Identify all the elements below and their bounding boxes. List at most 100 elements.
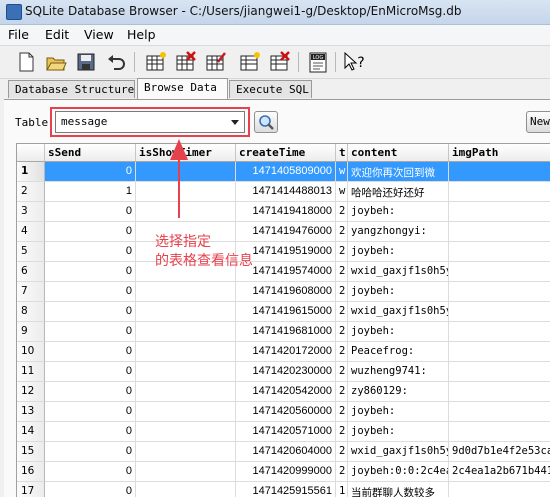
column-header[interactable]: content [348,144,449,162]
cell-content[interactable]: joybeh: [348,322,449,342]
table-row[interactable]: 4 0 1471419476000 2 yangzhongyi: [17,222,550,242]
cell-issend[interactable]: 0 [45,382,136,402]
cell-type[interactable]: 2 [336,262,348,282]
cell-type[interactable]: 2 [336,402,348,422]
cell-content[interactable]: zy860129: [348,382,449,402]
cell-issend[interactable]: 1 [45,182,136,202]
cell-issend[interactable]: 0 [45,402,136,422]
table-row[interactable]: 10 0 1471420172000 2 Peacefrog: [17,342,550,362]
cell-issend[interactable]: 0 [45,242,136,262]
row-number[interactable]: 2 [17,182,45,202]
cell-type[interactable]: 2 [336,462,348,482]
row-number[interactable]: 6 [17,262,45,282]
row-number[interactable]: 14 [17,422,45,442]
column-header[interactable]: t [336,144,348,162]
table-row[interactable]: 3 0 1471419418000 2 joybeh: [17,202,550,222]
menu-edit[interactable]: Edit [45,27,69,42]
menu-view[interactable]: View [84,27,114,42]
cell-issend[interactable]: 0 [45,162,136,182]
menu-file[interactable]: File [8,27,29,42]
cell-content[interactable]: Peacefrog: [348,342,449,362]
cell-isshowtimer[interactable] [136,422,236,442]
cell-content[interactable]: 当前群聊人数较多 [348,482,449,497]
cell-isshowtimer[interactable] [136,482,236,497]
cell-isshowtimer[interactable] [136,462,236,482]
cell-type[interactable]: w [336,182,348,202]
cell-createtime[interactable]: 1471420604000 [236,442,336,462]
cell-createtime[interactable]: 1471420560000 [236,402,336,422]
cell-content[interactable]: joybeh: [348,282,449,302]
cell-createtime[interactable]: 1471420230000 [236,362,336,382]
cell-content[interactable]: joybeh: [348,242,449,262]
cell-content[interactable]: joybeh: [348,422,449,442]
cell-imgpath[interactable] [449,182,550,202]
row-number[interactable]: 10 [17,342,45,362]
cell-imgpath[interactable] [449,282,550,302]
cell-createtime[interactable]: 1471420542000 [236,382,336,402]
row-number[interactable]: 9 [17,322,45,342]
log-icon[interactable]: LOG [306,50,330,74]
row-number[interactable]: 5 [17,242,45,262]
cell-imgpath[interactable] [449,482,550,497]
cell-type[interactable]: 2 [336,342,348,362]
cell-issend[interactable]: 0 [45,362,136,382]
save-icon[interactable] [74,50,98,74]
column-header[interactable]: imgPath [449,144,550,162]
row-number[interactable]: 12 [17,382,45,402]
cell-createtime[interactable]: 1471419615000 [236,302,336,322]
tab-database-structure[interactable]: Database Structure [8,80,135,98]
cell-isshowtimer[interactable] [136,382,236,402]
cell-issend[interactable]: 0 [45,302,136,322]
cell-issend[interactable]: 0 [45,262,136,282]
row-number[interactable]: 4 [17,222,45,242]
cell-imgpath[interactable] [449,262,550,282]
undo-icon[interactable] [104,50,128,74]
row-number[interactable]: 3 [17,202,45,222]
table-row[interactable]: 12 0 1471420542000 2 zy860129: [17,382,550,402]
search-button[interactable] [254,111,278,133]
cell-isshowtimer[interactable] [136,302,236,322]
table-row[interactable]: 13 0 1471420560000 2 joybeh: [17,402,550,422]
row-number[interactable]: 15 [17,442,45,462]
cell-createtime[interactable]: 1471425915561 [236,482,336,497]
table-row[interactable]: 5 0 1471419519000 2 joybeh: [17,242,550,262]
tab-execute-sql[interactable]: Execute SQL [229,80,312,98]
cell-content[interactable]: 欢迎你再次回到微 [348,162,449,182]
cell-createtime[interactable]: 1471405809000 [236,162,336,182]
cell-imgpath[interactable] [449,362,550,382]
table-row[interactable]: 15 0 1471420604000 2 wxid_gaxjf1s0h5y 9d0d7b1… [17,442,550,462]
cell-type[interactable]: 2 [336,282,348,302]
cell-content[interactable]: joybeh: [348,402,449,422]
cell-createtime[interactable]: 1471419608000 [236,282,336,302]
cell-imgpath[interactable] [449,402,550,422]
cell-type[interactable]: 2 [336,202,348,222]
cell-createtime[interactable]: 1471419681000 [236,322,336,342]
cell-type[interactable]: w [336,162,348,182]
cell-createtime[interactable]: 1471414488013 [236,182,336,202]
cell-type[interactable]: 2 [336,302,348,322]
cell-issend[interactable]: 0 [45,202,136,222]
cell-type[interactable]: 2 [336,362,348,382]
row-number[interactable]: 1 [17,162,45,182]
cell-isshowtimer[interactable] [136,342,236,362]
table-row[interactable]: 2 1 1471414488013 w 哈哈哈还好还好 [17,182,550,202]
cell-content[interactable]: 哈哈哈还好还好 [348,182,449,202]
cell-issend[interactable]: 0 [45,322,136,342]
table-row[interactable]: 8 0 1471419615000 2 wxid_gaxjf1s0h5y [17,302,550,322]
table-row[interactable]: 7 0 1471419608000 2 joybeh: [17,282,550,302]
cell-issend[interactable]: 0 [45,462,136,482]
row-number[interactable]: 17 [17,482,45,497]
table-row[interactable]: 6 0 1471419574000 2 wxid_gaxjf1s0h5y [17,262,550,282]
cell-imgpath[interactable] [449,302,550,322]
row-number[interactable]: 8 [17,302,45,322]
cell-issend[interactable]: 0 [45,222,136,242]
table-row[interactable]: 16 0 1471420999000 2 joybeh:0:0:2c4ea 2c4ea1a… [17,462,550,482]
cell-issend[interactable]: 0 [45,442,136,462]
cell-isshowtimer[interactable] [136,402,236,422]
new-database-icon[interactable] [14,50,38,74]
cell-type[interactable]: 2 [336,442,348,462]
cell-createtime[interactable]: 1471420999000 [236,462,336,482]
new-record-button[interactable]: New [526,111,550,133]
cell-imgpath[interactable]: 9d0d7b1e4f2e53ca [449,442,550,462]
table-row[interactable]: 17 0 1471425915561 1 当前群聊人数较多 [17,482,550,497]
